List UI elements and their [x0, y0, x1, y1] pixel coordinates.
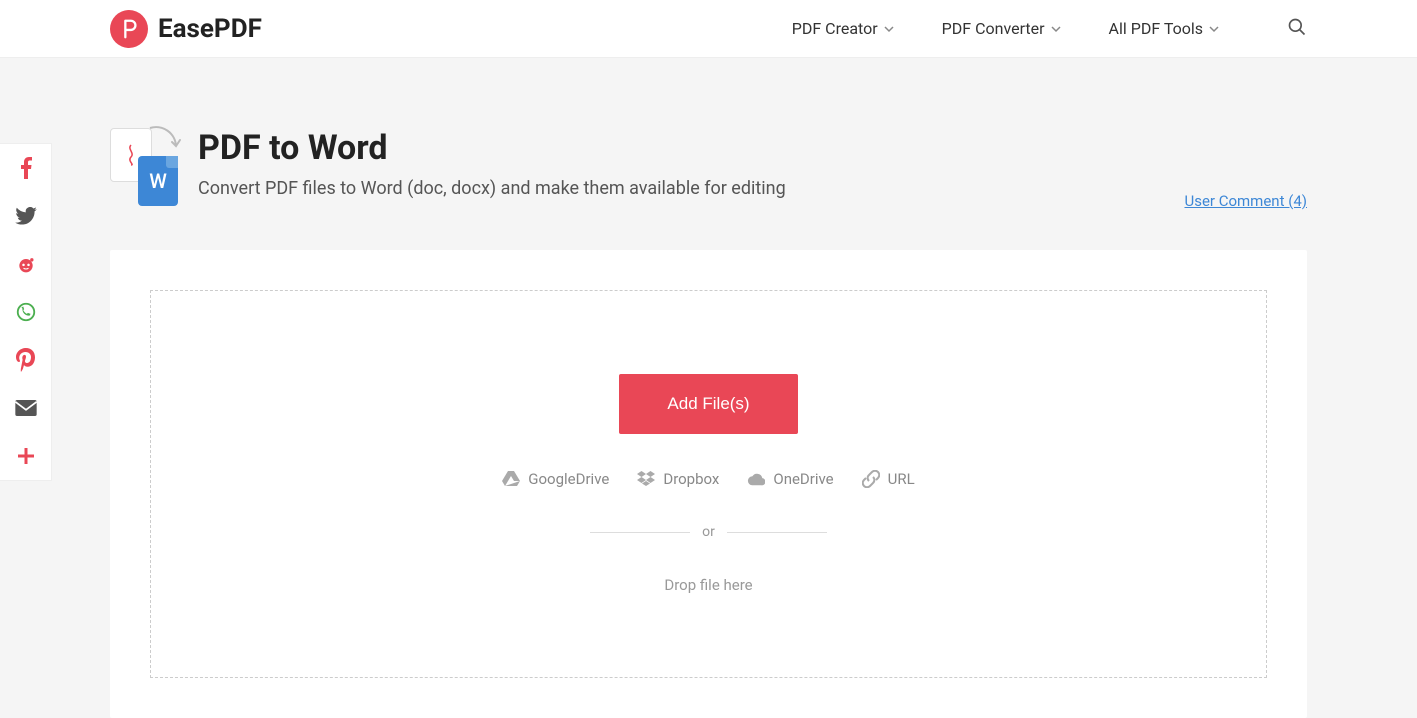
- source-onedrive[interactable]: OneDrive: [747, 470, 833, 488]
- source-dropbox[interactable]: Dropbox: [637, 470, 719, 488]
- upload-card: Add File(s) GoogleDrive Dropbox: [110, 250, 1307, 718]
- header: EasePDF PDF Creator PDF Converter All PD…: [0, 0, 1417, 58]
- drop-text: Drop file here: [664, 576, 752, 594]
- source-label: OneDrive: [773, 470, 833, 488]
- divider: or: [590, 524, 827, 540]
- word-letter: W: [149, 169, 167, 193]
- chevron-down-icon: [884, 24, 894, 34]
- page-subtitle: Convert PDF files to Word (doc, docx) an…: [198, 178, 786, 199]
- divider-line: [590, 532, 690, 533]
- nav-label: All PDF Tools: [1109, 19, 1203, 38]
- arrow-icon: [146, 124, 182, 160]
- main-nav: PDF Creator PDF Converter All PDF Tools: [792, 17, 1307, 41]
- chevron-down-icon: [1209, 24, 1219, 34]
- brand-name: EasePDF: [158, 14, 262, 44]
- nav-pdf-creator[interactable]: PDF Creator: [792, 19, 894, 38]
- source-url[interactable]: URL: [862, 470, 915, 488]
- pinterest-icon[interactable]: [14, 348, 38, 372]
- whatsapp-icon[interactable]: [14, 300, 38, 324]
- page-head-text: PDF to Word Convert PDF files to Word (d…: [198, 128, 786, 199]
- source-label: Dropbox: [663, 470, 719, 488]
- share-bar: [0, 143, 52, 481]
- add-file-button[interactable]: Add File(s): [619, 374, 797, 434]
- source-label: URL: [888, 470, 915, 488]
- facebook-icon[interactable]: [14, 156, 38, 180]
- nav-label: PDF Creator: [792, 19, 878, 38]
- tool-icon: W: [110, 128, 180, 206]
- divider-text: or: [702, 524, 715, 540]
- brand[interactable]: EasePDF: [110, 10, 262, 48]
- page-head: W PDF to Word Convert PDF files to Word …: [110, 128, 1307, 206]
- reddit-icon[interactable]: [14, 252, 38, 276]
- googledrive-icon: [502, 470, 520, 488]
- logo-icon: [110, 10, 148, 48]
- source-googledrive[interactable]: GoogleDrive: [502, 470, 609, 488]
- email-icon[interactable]: [14, 396, 38, 420]
- twitter-icon[interactable]: [14, 204, 38, 228]
- source-label: GoogleDrive: [528, 470, 609, 488]
- nav-pdf-converter[interactable]: PDF Converter: [942, 19, 1061, 38]
- search-icon: [1287, 17, 1307, 37]
- content: W PDF to Word Convert PDF files to Word …: [0, 58, 1417, 718]
- user-comment-link[interactable]: User Comment (4): [1184, 192, 1307, 210]
- dropzone[interactable]: Add File(s) GoogleDrive Dropbox: [150, 290, 1267, 678]
- onedrive-icon: [747, 470, 765, 488]
- search-button[interactable]: [1287, 17, 1307, 41]
- divider-line: [727, 532, 827, 533]
- upload-sources: GoogleDrive Dropbox OneDrive: [502, 470, 914, 488]
- nav-label: PDF Converter: [942, 19, 1045, 38]
- chevron-down-icon: [1051, 24, 1061, 34]
- dropbox-icon: [637, 470, 655, 488]
- url-icon: [862, 470, 880, 488]
- page-title: PDF to Word: [198, 128, 786, 168]
- nav-all-tools[interactable]: All PDF Tools: [1109, 19, 1219, 38]
- word-file-icon: W: [138, 156, 178, 206]
- more-icon[interactable]: [14, 444, 38, 468]
